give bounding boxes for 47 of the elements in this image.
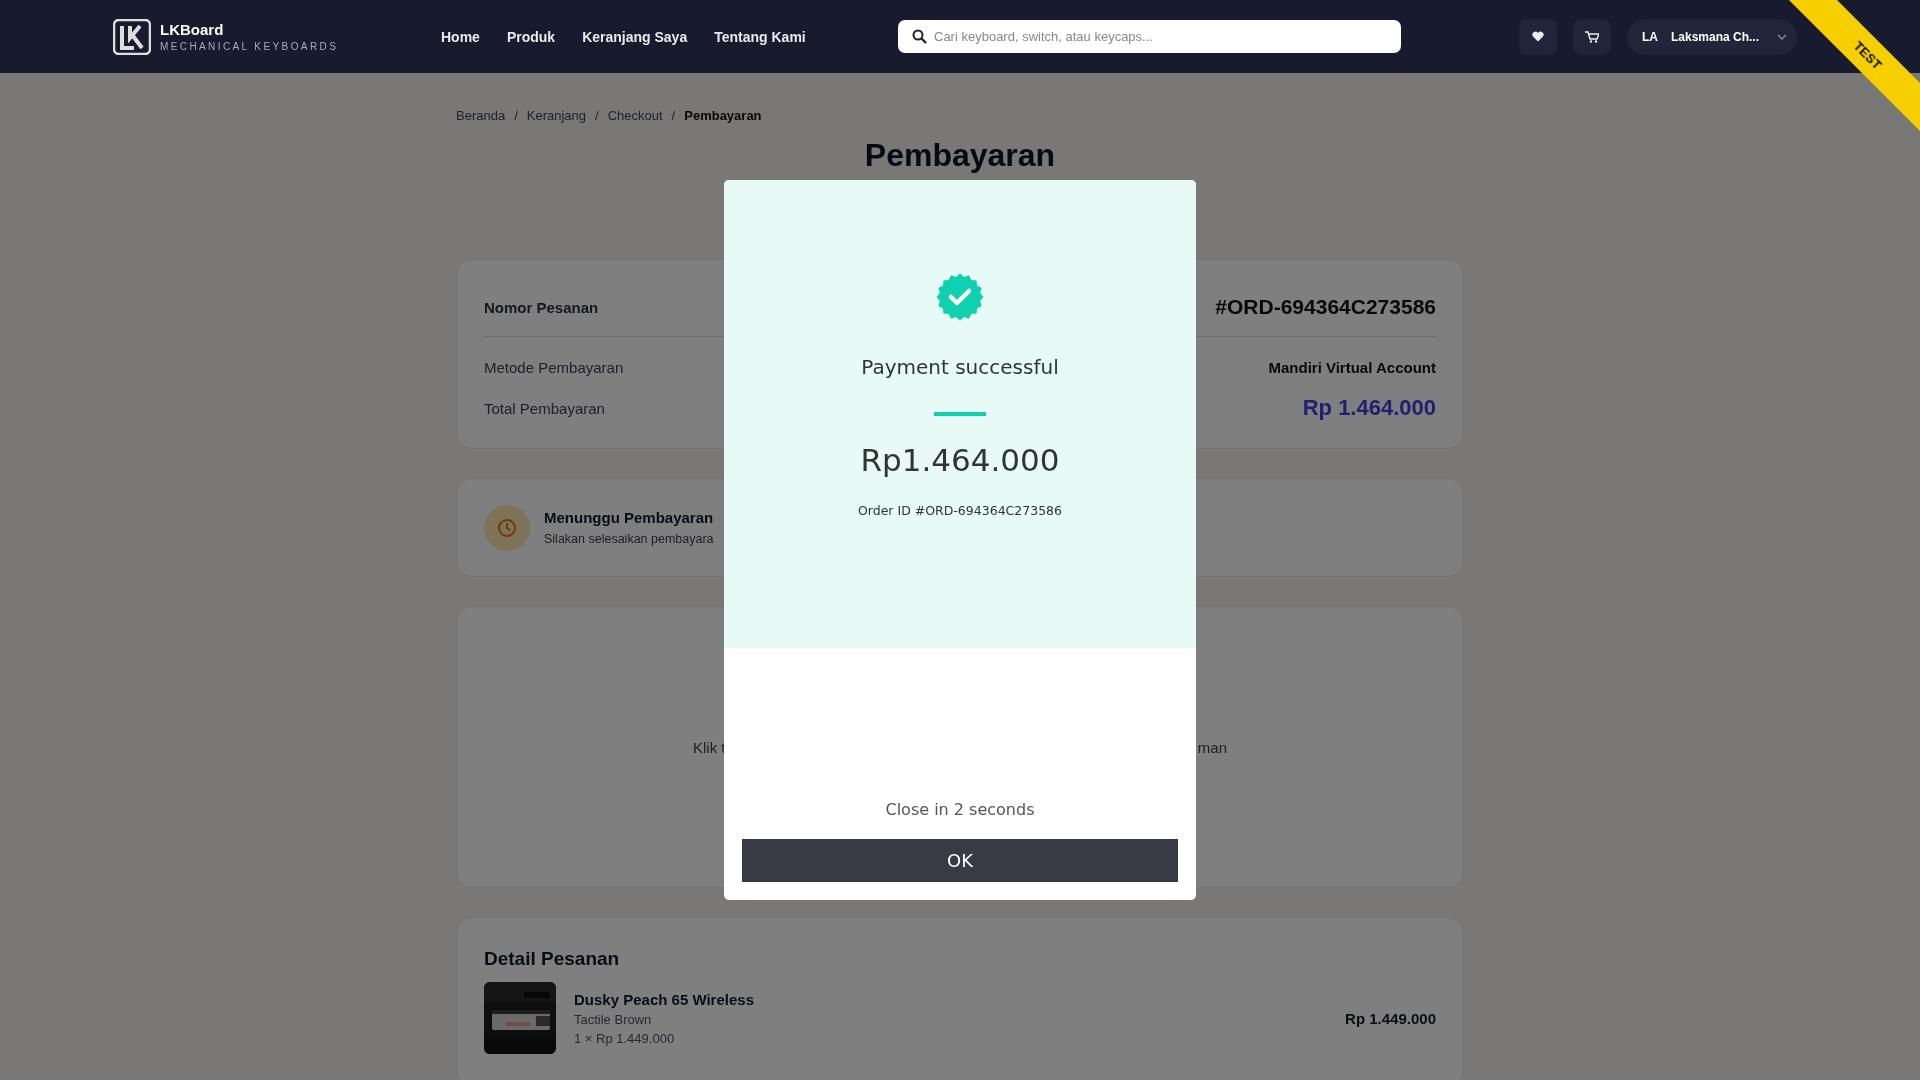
nav-link[interactable]: Keranjang Saya xyxy=(582,28,688,45)
dialog-title: Payment successful xyxy=(861,355,1059,379)
verified-badge-icon xyxy=(936,273,984,321)
product-variant: Tactile Brown xyxy=(574,1011,653,1027)
ok-button[interactable]: OK xyxy=(742,839,1178,882)
breadcrumb-link[interactable]: Beranda xyxy=(456,108,506,123)
heart-icon xyxy=(1532,31,1544,42)
breadcrumb-separator: / xyxy=(671,108,676,123)
summary-value: Rp 1.464.000 xyxy=(1302,395,1436,421)
brand-name: LKBoard xyxy=(160,21,225,38)
page-title: Pembayaran xyxy=(863,137,1057,173)
user-menu[interactable]: LA Laksmana Ch... xyxy=(1627,18,1797,55)
product-name: Dusky Peach 65 Wireless xyxy=(574,990,754,1008)
countdown-text: Close in 2 seconds xyxy=(885,800,1035,819)
breadcrumb-link[interactable]: Keranjang xyxy=(526,108,587,123)
status-text: Silakan selesaikan pembayara xyxy=(544,532,714,546)
breadcrumb-separator: / xyxy=(595,108,599,123)
cart-button[interactable] xyxy=(1573,18,1611,55)
product-price: Rp 1.449.000 xyxy=(1345,1009,1436,1027)
breadcrumb-link[interactable]: Checkout xyxy=(607,108,663,123)
divider-accent xyxy=(934,412,986,416)
summary-label: Nomor Pesanan xyxy=(484,298,599,316)
summary-label: Total Pembayaran xyxy=(484,399,605,417)
payment-amount: Rp1.464.000 xyxy=(860,442,1060,478)
wishlist-button[interactable] xyxy=(1519,18,1557,55)
instruction-text: man xyxy=(1197,738,1227,756)
summary-label: Metode Pembayaran xyxy=(484,358,624,376)
brand-tagline: MECHANICAL KEYBOARDS xyxy=(160,41,339,52)
logo-icon xyxy=(113,18,151,55)
clock-icon xyxy=(484,504,530,551)
cart-icon xyxy=(1585,30,1599,43)
search-field[interactable]: Cari keyboard, switch, atau keycaps... xyxy=(898,20,1401,53)
section-title: Detail Pesanan xyxy=(484,948,621,970)
breadcrumb-current: Pembayaran xyxy=(684,108,762,123)
search-icon xyxy=(912,29,927,44)
breadcrumb-separator: / xyxy=(514,108,518,123)
summary-value: #ORD-694364C273586 xyxy=(1215,295,1436,319)
nav-link[interactable]: Produk xyxy=(506,28,556,45)
product-quantity: 1 × Rp 1.449.000 xyxy=(574,1030,676,1046)
nav-link[interactable]: Home xyxy=(441,28,480,45)
user-name: Laksmana Ch... xyxy=(1671,29,1760,44)
user-initials: LA xyxy=(1641,29,1659,44)
summary-value: Mandiri Virtual Account xyxy=(1268,358,1436,376)
nav-link[interactable]: Tentang Kami xyxy=(714,28,806,45)
chevron-down-icon xyxy=(1777,33,1787,40)
status-title: Menunggu Pembayaran xyxy=(544,509,714,526)
order-id: Order ID #ORD-694364C273586 xyxy=(857,503,1063,518)
